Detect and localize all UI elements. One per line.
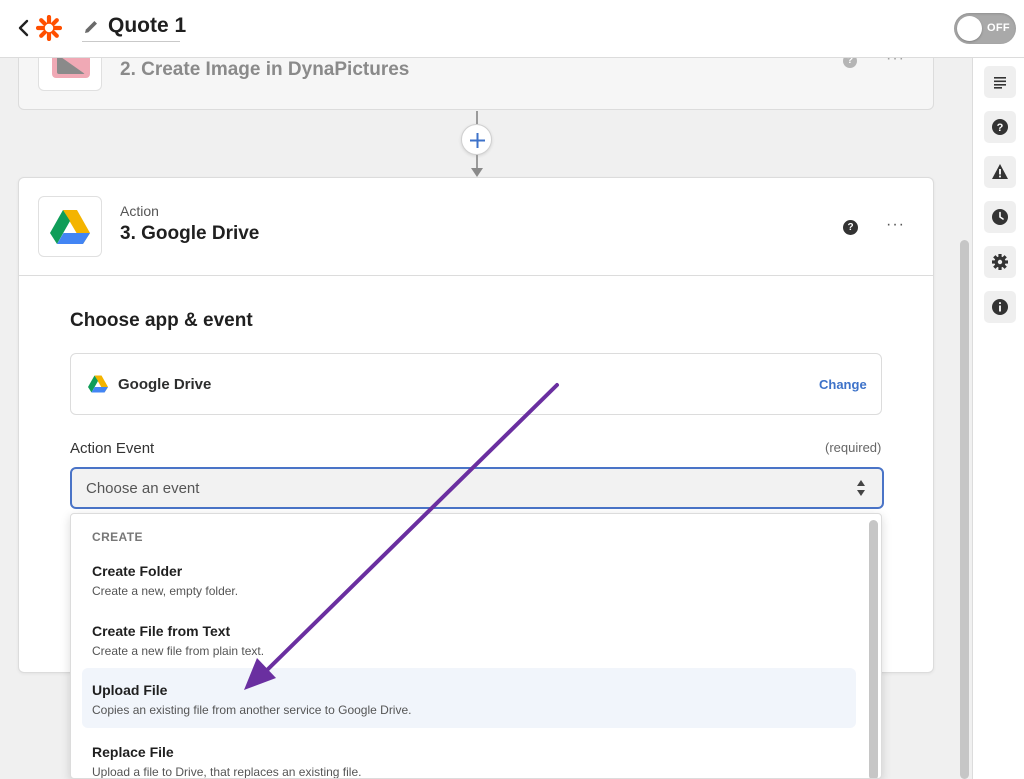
toggle-knob (957, 16, 982, 41)
step-3-app-icon-box (38, 196, 102, 257)
help-button[interactable]: ? (984, 111, 1016, 143)
warnings-button[interactable] (984, 156, 1016, 188)
zap-toggle[interactable]: OFF (954, 13, 1016, 44)
selected-app-name: Google Drive (118, 376, 212, 393)
toggle-label: OFF (987, 22, 1010, 34)
option-description: Create a new file from plain text. (92, 644, 265, 658)
connector-line-top (476, 111, 478, 124)
connector-arrow-icon (471, 168, 483, 177)
option-title: Upload File (92, 682, 168, 698)
page-scrollbar-thumb[interactable] (960, 240, 969, 779)
option-description: Create a new, empty folder. (92, 584, 239, 598)
info-button[interactable] (984, 291, 1016, 323)
plus-icon (470, 133, 485, 148)
pencil-icon[interactable] (82, 18, 100, 36)
option-description: Copies an existing file from another ser… (92, 703, 412, 717)
zapier-logo-icon[interactable] (36, 15, 62, 41)
step-type-label: Action (120, 203, 159, 219)
select-placeholder: Choose an event (86, 480, 200, 497)
dropdown-option-create-folder[interactable]: Create Folder Create a new, empty folder… (82, 551, 856, 611)
option-title: Create File from Text (92, 623, 231, 639)
event-dropdown: CREATE Create Folder Create a new, empty… (70, 513, 882, 779)
svg-text:?: ? (997, 122, 1004, 134)
warning-icon (992, 164, 1008, 179)
history-icon (992, 209, 1008, 225)
step-3-title: 3. Google Drive (120, 223, 260, 244)
connector-line-bottom (476, 155, 478, 168)
app-selector[interactable]: Google Drive Change (70, 353, 882, 415)
gear-icon (992, 254, 1008, 270)
right-sidebar: ? (972, 58, 1024, 779)
outline-icon (994, 77, 1006, 89)
dropdown-group-heading: CREATE (92, 530, 143, 544)
option-title: Create Folder (92, 563, 183, 579)
select-sort-icon (857, 480, 865, 496)
change-app-button[interactable]: Change (819, 377, 867, 392)
option-title: Replace File (92, 744, 174, 760)
action-event-select[interactable]: Choose an event (70, 467, 884, 509)
info-icon (992, 299, 1008, 315)
back-arrow-icon[interactable] (14, 17, 34, 39)
step-2-title: 2. Create Image in DynaPictures (120, 59, 410, 80)
section-title: Choose app & event (70, 310, 253, 331)
title-underline (82, 41, 180, 42)
add-step-button[interactable] (461, 124, 492, 155)
dropdown-option-upload-file[interactable]: Upload File Copies an existing file from… (82, 668, 856, 728)
dropdown-scrollbar[interactable] (869, 520, 878, 778)
google-drive-small-icon (88, 375, 108, 393)
step-3-header[interactable]: Action 3. Google Drive ? ··· (19, 178, 933, 276)
action-event-label: Action Event (70, 440, 155, 457)
step-3-help-icon[interactable]: ? (843, 220, 858, 235)
zap-title[interactable]: Quote 1 (108, 14, 186, 38)
dropdown-option-create-file-from-text[interactable]: Create File from Text Create a new file … (82, 611, 856, 671)
google-drive-icon (50, 210, 90, 244)
outline-button[interactable] (984, 66, 1016, 98)
required-label: (required) (825, 440, 882, 455)
top-bar: Quote 1 OFF (0, 0, 1024, 58)
help-icon: ? (992, 119, 1008, 135)
step-3-more-icon[interactable]: ··· (886, 216, 905, 234)
option-description: Upload a file to Drive, that replaces an… (92, 765, 362, 779)
history-button[interactable] (984, 201, 1016, 233)
dropdown-option-replace-file[interactable]: Replace File Upload a file to Drive, tha… (82, 732, 856, 779)
settings-button[interactable] (984, 246, 1016, 278)
